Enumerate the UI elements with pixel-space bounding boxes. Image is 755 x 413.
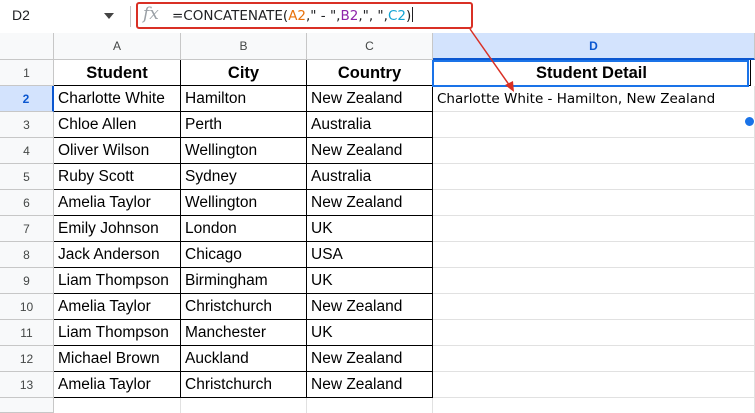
cell-a14[interactable] [54, 398, 181, 413]
formula-part-func: =CONCATENATE( [172, 8, 289, 24]
row-header-2[interactable]: 2 [0, 86, 54, 112]
cell-c12[interactable]: New Zealand [307, 346, 433, 372]
column-header-a[interactable]: A [54, 33, 181, 60]
header-cell-country[interactable]: Country [307, 60, 433, 86]
cell-c2[interactable]: New Zealand [307, 86, 433, 112]
row-header-3[interactable]: 3 [0, 112, 54, 138]
cell-c4[interactable]: New Zealand [307, 138, 433, 164]
row-header-14[interactable] [0, 398, 54, 413]
cell-a9[interactable]: Liam Thompson [54, 268, 181, 294]
formula-part-close: ) [405, 8, 412, 24]
cell-b13[interactable]: Christchurch [181, 372, 307, 398]
row-header-11[interactable]: 11 [0, 320, 54, 346]
cell-b4[interactable]: Wellington [181, 138, 307, 164]
cell-d10[interactable] [433, 294, 755, 320]
cell-c10[interactable]: New Zealand [307, 294, 433, 320]
header-cell-student[interactable]: Student [54, 60, 181, 86]
column-header-d[interactable]: D [433, 33, 755, 60]
cell-a4[interactable]: Oliver Wilson [54, 138, 181, 164]
cell-a8[interactable]: Jack Anderson [54, 242, 181, 268]
cell-a6[interactable]: Amelia Taylor [54, 190, 181, 216]
chevron-down-icon[interactable] [104, 13, 114, 19]
cell-c9[interactable]: UK [307, 268, 433, 294]
cell-c13[interactable]: New Zealand [307, 372, 433, 398]
row-header-12[interactable]: 12 [0, 346, 54, 372]
cell-d7[interactable] [433, 216, 755, 242]
cell-d4[interactable] [433, 138, 755, 164]
cell-c11[interactable]: UK [307, 320, 433, 346]
formula-bar: D2 fx =CONCATENATE(A2," - ",B2,", ",C2) [0, 0, 755, 34]
cell-a10[interactable]: Amelia Taylor [54, 294, 181, 320]
cell-b3[interactable]: Perth [181, 112, 307, 138]
cell-a2[interactable]: Charlotte White [54, 86, 181, 112]
row-header-5[interactable]: 5 [0, 164, 54, 190]
cell-a12[interactable]: Michael Brown [54, 346, 181, 372]
spreadsheet-grid[interactable]: A B C D 1 2 3 4 5 6 7 8 9 10 11 12 13 St… [0, 33, 755, 413]
cell-a13[interactable]: Amelia Taylor [54, 372, 181, 398]
row-header-9[interactable]: 9 [0, 268, 54, 294]
row-header-6[interactable]: 6 [0, 190, 54, 216]
cell-d11[interactable] [433, 320, 755, 346]
cell-d2[interactable]: Charlotte White - Hamilton, New Zealand [433, 86, 755, 112]
cell-c14[interactable] [307, 398, 433, 413]
cell-c8[interactable]: USA [307, 242, 433, 268]
cell-d12[interactable] [433, 346, 755, 372]
row-header-13[interactable]: 13 [0, 372, 54, 398]
cell-c3[interactable]: Australia [307, 112, 433, 138]
name-box-ref: D2 [12, 7, 30, 23]
row-header-8[interactable]: 8 [0, 242, 54, 268]
header-cell-city[interactable]: City [181, 60, 307, 86]
cell-b6[interactable]: Wellington [181, 190, 307, 216]
formula-part-sep1: ," - ", [306, 8, 341, 24]
cell-b12[interactable]: Auckland [181, 346, 307, 372]
cell-c7[interactable]: UK [307, 216, 433, 242]
cell-b7[interactable]: London [181, 216, 307, 242]
row-header-1[interactable]: 1 [0, 60, 54, 86]
cell-d13[interactable] [433, 372, 755, 398]
row-header-10[interactable]: 10 [0, 294, 54, 320]
formula-input[interactable]: =CONCATENATE(A2," - ",B2,", ",C2) [172, 7, 414, 24]
name-box[interactable]: D2 [0, 0, 128, 33]
cell-b9[interactable]: Birmingham [181, 268, 307, 294]
cell-b8[interactable]: Chicago [181, 242, 307, 268]
cell-b5[interactable]: Sydney [181, 164, 307, 190]
cell-b11[interactable]: Manchester [181, 320, 307, 346]
column-header-c[interactable]: C [307, 33, 433, 60]
column-header-b[interactable]: B [181, 33, 307, 60]
function-icon: fx [143, 4, 159, 24]
formula-bar-divider [130, 6, 131, 27]
formula-ref-b2: B2 [340, 8, 359, 24]
cell-d3[interactable] [433, 112, 755, 138]
fill-handle[interactable] [744, 116, 755, 127]
cell-a5[interactable]: Ruby Scott [54, 164, 181, 190]
text-cursor [412, 7, 414, 22]
cell-b2[interactable]: Hamilton [181, 86, 307, 112]
cell-b10[interactable]: Christchurch [181, 294, 307, 320]
cell-a3[interactable]: Chloe Allen [54, 112, 181, 138]
select-all-corner[interactable] [0, 33, 54, 60]
cell-d14[interactable] [433, 398, 755, 413]
cell-c5[interactable]: Australia [307, 164, 433, 190]
cell-a11[interactable]: Liam Thompson [54, 320, 181, 346]
cell-b14[interactable] [181, 398, 307, 413]
row-header-7[interactable]: 7 [0, 216, 54, 242]
header-cell-student-detail[interactable]: Student Detail [433, 60, 751, 86]
formula-ref-a2: A2 [288, 8, 307, 24]
row-header-4[interactable]: 4 [0, 138, 54, 164]
cell-d8[interactable] [433, 242, 755, 268]
formula-part-sep2: ,", ", [358, 8, 388, 24]
cell-c6[interactable]: New Zealand [307, 190, 433, 216]
cell-d5[interactable] [433, 164, 755, 190]
formula-ref-c2: C2 [387, 8, 406, 24]
cell-d6[interactable] [433, 190, 755, 216]
cell-d9[interactable] [433, 268, 755, 294]
cell-a7[interactable]: Emily Johnson [54, 216, 181, 242]
